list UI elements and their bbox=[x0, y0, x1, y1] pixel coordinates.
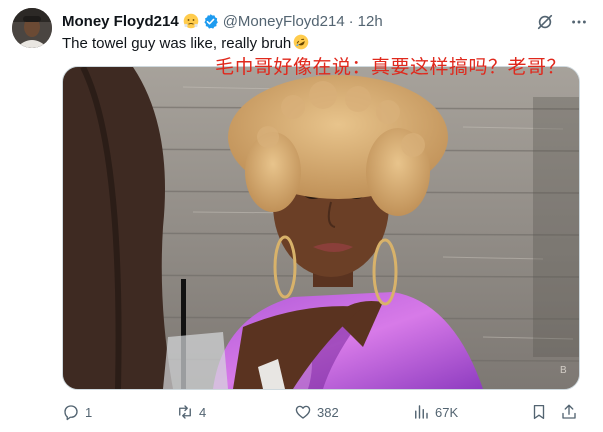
repost-count: 4 bbox=[199, 404, 207, 420]
views-button[interactable]: 67K bbox=[412, 402, 458, 422]
tweet-actions: 1 4 382 67K bbox=[62, 402, 580, 422]
display-name[interactable]: Money Floyd214 bbox=[62, 13, 179, 30]
avatar[interactable] bbox=[12, 8, 52, 48]
tweet-text: The towel guy was like, really bruh bbox=[62, 34, 309, 54]
tweet-header: Money Floyd214 @MoneyFloyd214 · 12h bbox=[62, 10, 383, 32]
bookmark-icon bbox=[530, 403, 548, 421]
rolling-on-floor-laughing-icon bbox=[293, 34, 309, 50]
view-count: 67K bbox=[435, 404, 459, 420]
timestamp[interactable]: 12h bbox=[358, 13, 383, 30]
more-options-icon[interactable] bbox=[569, 12, 589, 32]
tweet-text-body: The towel guy was like, really bruh bbox=[62, 35, 292, 52]
separator-dot: · bbox=[348, 12, 354, 30]
verified-badge-icon[interactable] bbox=[202, 13, 219, 30]
reply-count: 1 bbox=[85, 404, 93, 420]
overlay-caption: 毛巾哥好像在说：真要这样搞吗？老哥？ bbox=[215, 56, 567, 78]
share-icon bbox=[560, 403, 578, 421]
like-count: 382 bbox=[317, 404, 339, 420]
repost-button[interactable]: 4 bbox=[176, 402, 206, 422]
grok-icon[interactable] bbox=[535, 12, 555, 32]
face-with-steam-emoji-icon bbox=[183, 13, 199, 29]
user-handle[interactable]: @MoneyFloyd214 bbox=[223, 13, 345, 30]
tweet-card[interactable]: Money Floyd214 @MoneyFloyd214 · 12h The … bbox=[0, 0, 603, 432]
reply-button[interactable]: 1 bbox=[62, 402, 92, 422]
views-chart-icon bbox=[412, 403, 430, 421]
tweet-top-icons bbox=[535, 12, 589, 32]
svg-text:B: B bbox=[560, 365, 567, 376]
heart-icon bbox=[294, 403, 312, 421]
like-button[interactable]: 382 bbox=[294, 402, 339, 422]
reply-icon bbox=[62, 403, 80, 421]
tweet-media-image[interactable]: B bbox=[62, 66, 580, 390]
repost-icon bbox=[176, 403, 194, 421]
bookmark-button[interactable] bbox=[530, 402, 548, 422]
share-button[interactable] bbox=[560, 402, 578, 422]
